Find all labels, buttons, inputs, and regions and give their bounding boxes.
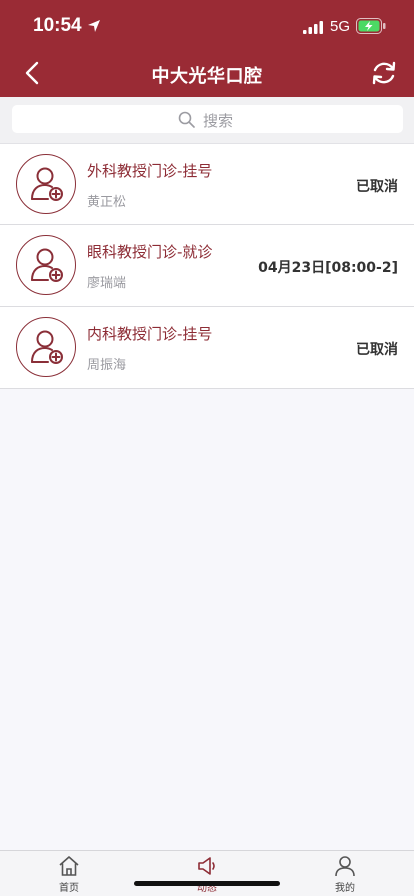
- home-indicator: [134, 881, 280, 886]
- tab-label: 我的: [335, 883, 355, 894]
- doctor-name: 周振海: [87, 358, 127, 373]
- status-bar: 10:54 5G: [0, 0, 414, 47]
- item-title: 外科教授门诊-挂号: [87, 162, 213, 180]
- network-label: 5G: [330, 18, 351, 35]
- search-input[interactable]: 搜索: [12, 105, 403, 133]
- person-icon: [335, 856, 355, 877]
- doctor-name: 黄正松: [87, 195, 127, 210]
- item-title: 眼科教授门诊-就诊: [87, 243, 213, 261]
- search-icon: [178, 111, 195, 128]
- battery-icon: [356, 18, 386, 34]
- location-arrow-icon: [88, 20, 100, 32]
- page-title: 中大光华口腔: [151, 66, 263, 87]
- list-item[interactable]: 外科教授门诊-挂号 黄正松 已取消: [0, 143, 414, 225]
- megaphone-icon: [198, 857, 215, 875]
- appointment-list: 外科教授门诊-挂号 黄正松 已取消 眼科教授门诊-就诊 廖瑞端 04月23日[0…: [0, 143, 414, 389]
- search-bar: 搜索: [0, 97, 414, 143]
- tab-profile[interactable]: 我的: [315, 855, 375, 894]
- list-item[interactable]: 内科教授门诊-挂号 周振海 已取消: [0, 307, 414, 389]
- add-user-icon: [31, 248, 63, 282]
- home-icon: [59, 856, 79, 876]
- tab-bar: 首页 动态 我的: [0, 850, 414, 896]
- list-item[interactable]: 眼科教授门诊-就诊 廖瑞端 04月23日[08:00-2]: [0, 225, 414, 307]
- avatar: [16, 317, 76, 377]
- add-user-icon: [31, 330, 63, 364]
- signal-icon: [303, 21, 323, 34]
- doctor-name: 廖瑞端: [87, 276, 127, 291]
- refresh-icon[interactable]: [369, 58, 399, 88]
- appointment-time: 04月23日[08:00-2]: [258, 260, 398, 276]
- search-placeholder: 搜索: [203, 112, 234, 130]
- tab-home[interactable]: 首页: [39, 855, 99, 894]
- status-label: 已取消: [356, 179, 398, 195]
- status-time: 10:54: [33, 15, 82, 36]
- add-user-icon: [31, 167, 63, 201]
- navigation-bar: 中大光华口腔: [0, 47, 414, 97]
- item-title: 内科教授门诊-挂号: [87, 325, 213, 343]
- tab-news[interactable]: 动态: [177, 855, 237, 894]
- avatar: [16, 154, 76, 214]
- avatar: [16, 235, 76, 295]
- tab-label: 首页: [59, 883, 79, 894]
- status-label: 已取消: [356, 342, 398, 358]
